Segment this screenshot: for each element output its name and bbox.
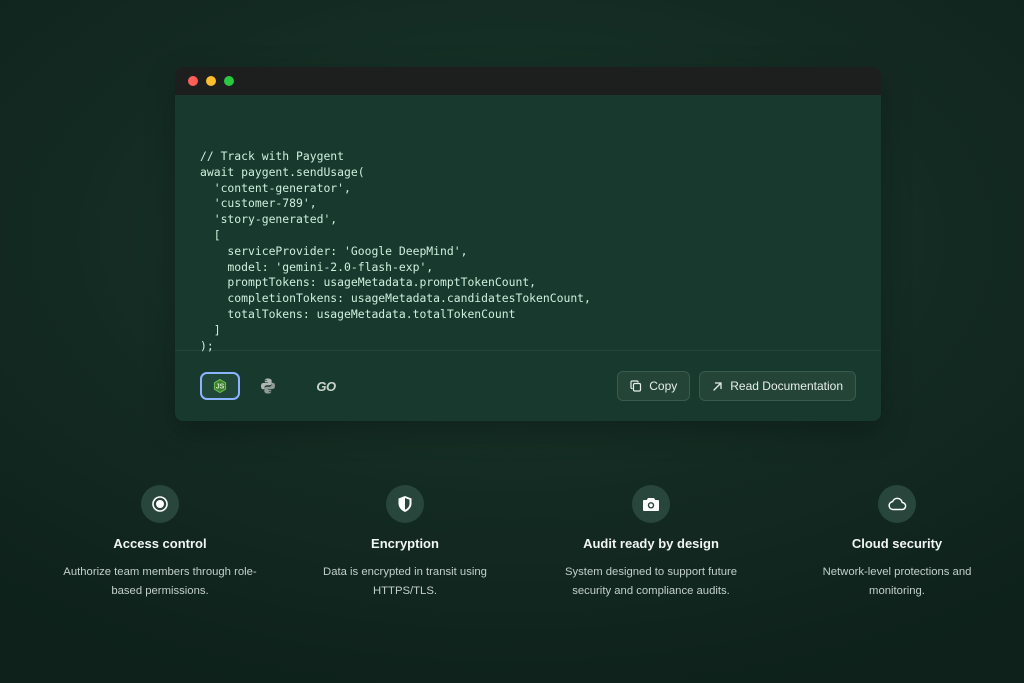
code-line: serviceProvider: 'Google DeepMind',: [200, 243, 468, 258]
feature-icon-wrap: [386, 485, 424, 523]
feature-desc-line: monitoring.: [869, 585, 925, 597]
code-line: 'story-generated',: [200, 212, 338, 227]
code-window: // Track with Paygent await paygent.send…: [175, 67, 881, 421]
go-icon: GO: [316, 378, 336, 394]
copy-label: Copy: [649, 379, 678, 393]
shield-icon: [398, 496, 412, 512]
feature-audit-ready: Audit ready by design System designed to…: [528, 485, 774, 601]
feature-desc-line: Authorize team members through role-: [63, 566, 257, 578]
code-line: await paygent.sendUsage(: [200, 164, 365, 179]
language-tab-python[interactable]: [248, 372, 288, 400]
svg-text:JS: JS: [216, 384, 225, 391]
window-titlebar: [175, 67, 881, 95]
feature-desc-line: Data is encrypted in transit using: [323, 566, 487, 578]
code-line: 'content-generator',: [200, 180, 351, 195]
feature-encryption: Encryption Data is encrypted in transit …: [282, 485, 528, 601]
feature-title: Access control: [113, 536, 207, 551]
feature-title: Cloud security: [851, 536, 943, 551]
language-tab-node[interactable]: JS: [200, 372, 240, 400]
feature-title: Encryption: [371, 536, 439, 551]
record-icon: [152, 496, 168, 512]
feature-access-control: Access control Authorize team members th…: [37, 485, 283, 601]
code-line: 'customer-789',: [200, 196, 317, 211]
python-icon: [261, 378, 275, 394]
close-window-dot[interactable]: [188, 76, 198, 86]
language-tab-go[interactable]: GO: [306, 372, 346, 400]
feature-desc-line: Network-level protections and: [822, 566, 972, 578]
code-line: ]: [200, 322, 221, 337]
code-line: // Track with Paygent: [200, 149, 345, 163]
code-line: promptTokens: usageMetadata.promptTokenC…: [200, 275, 537, 290]
feature-icon-wrap: [141, 485, 179, 523]
read-documentation-label: Read Documentation: [730, 379, 843, 393]
copy-button[interactable]: Copy: [617, 371, 691, 401]
maximize-window-dot[interactable]: [224, 76, 234, 86]
feature-desc-line: HTTPS/TLS.: [372, 585, 438, 597]
feature-description: Authorize team members through role- bas…: [37, 563, 283, 601]
feature-description: Network-level protections and monitoring…: [774, 563, 1020, 601]
feature-icon-wrap: [878, 485, 916, 523]
feature-icon-wrap: [632, 485, 670, 523]
code-line: totalTokens: usageMetadata.totalTokenCou…: [200, 306, 516, 321]
feature-description: Data is encrypted in transit using HTTPS…: [282, 563, 528, 601]
code-line: model: 'gemini-2.0-flash-exp',: [200, 259, 434, 274]
camera-icon: [643, 498, 659, 511]
cloud-icon: [888, 497, 907, 511]
arrow-up-right-icon: [713, 381, 722, 391]
feature-desc-line: security and compliance audits.: [572, 585, 730, 597]
read-documentation-button[interactable]: Read Documentation: [699, 371, 856, 401]
code-footer: JS GO Copy Read Documentation: [175, 351, 881, 421]
feature-cloud-security: Cloud security Network-level protections…: [774, 485, 1020, 601]
code-line: completionTokens: usageMetadata.candidat…: [200, 291, 591, 306]
minimize-window-dot[interactable]: [206, 76, 216, 86]
code-line: [: [200, 227, 221, 242]
feature-desc-line: System designed to support future: [564, 566, 738, 578]
feature-desc-line: based permissions.: [111, 585, 209, 597]
code-snippet: // Track with Paygent await paygent.send…: [175, 95, 881, 353]
feature-title: Audit ready by design: [583, 536, 719, 551]
copy-icon: [630, 380, 642, 392]
feature-description: System designed to support future securi…: [528, 563, 774, 601]
node-icon: JS: [213, 378, 227, 394]
